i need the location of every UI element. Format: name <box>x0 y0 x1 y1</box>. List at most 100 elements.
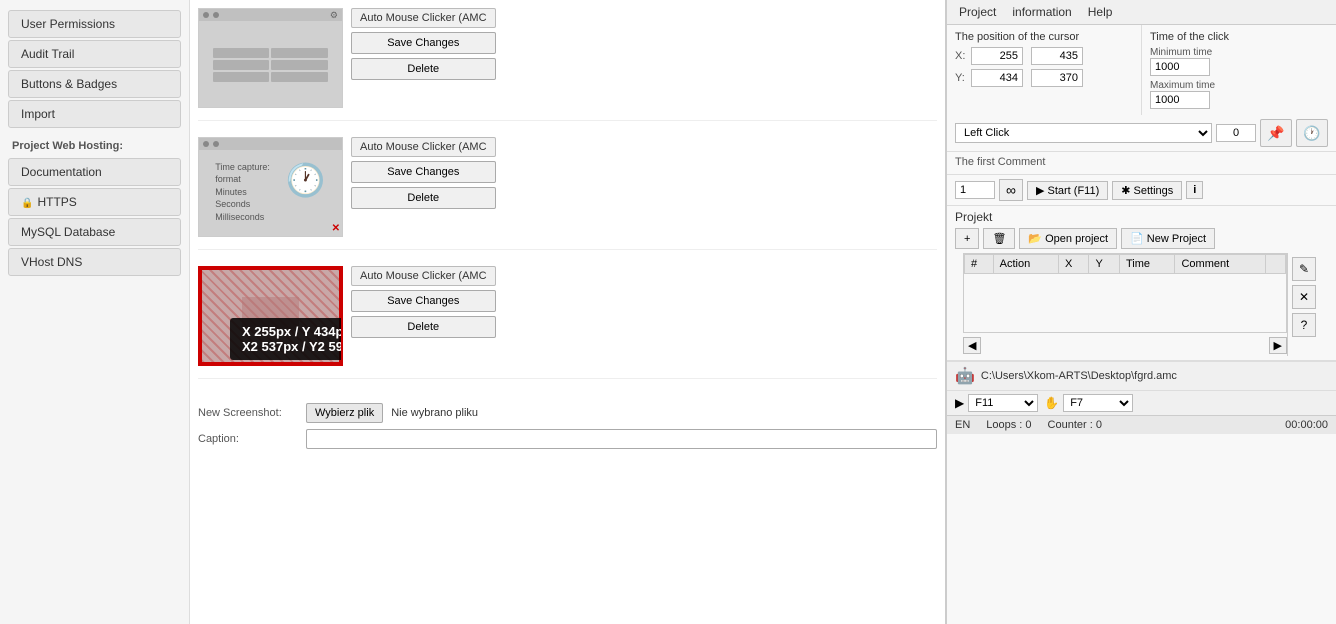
table-nav: ◀ ▶ <box>963 335 1287 356</box>
comment-controls-row: The first Comment <box>947 152 1336 175</box>
thumb-grid-item-6 <box>271 72 327 82</box>
y2-coord-group <box>1031 69 1083 87</box>
menu-project[interactable]: Project <box>951 2 1004 22</box>
menu-information[interactable]: information <box>1004 2 1079 22</box>
x1-coord-group: X: <box>955 47 1023 65</box>
screenshot-thumb-3[interactable]: X 255px / Y 434px X2 537px / Y2 593px <box>198 266 343 366</box>
action-table-scroll[interactable]: # Action X Y Time Comment <box>963 253 1287 333</box>
amc-title-2: Auto Mouse Clicker (AMC <box>351 137 496 157</box>
infinity-button[interactable]: ∞ <box>999 179 1023 201</box>
table-prev-btn[interactable]: ◀ <box>963 337 981 354</box>
action-table-wrapper: # Action X Y Time Comment <box>955 253 1328 356</box>
table-header-row: # Action X Y Time Comment <box>965 255 1286 274</box>
sidebar-item-vhost-dns[interactable]: VHost DNS <box>8 248 181 276</box>
sidebar-item-mysql[interactable]: MySQL Database <box>8 218 181 246</box>
time-section: Time of the click Minimum time Maximum t… <box>1142 25 1336 115</box>
table-next-btn[interactable]: ▶ <box>1269 337 1287 354</box>
play-hotkey-select[interactable]: F11 <box>968 394 1038 412</box>
save-button-1[interactable]: Save Changes <box>351 32 496 54</box>
stop-hotkey-group: ✋ F7 <box>1044 394 1133 412</box>
x1-input[interactable] <box>971 47 1023 65</box>
thumb-dot-21 <box>203 141 209 147</box>
action-counter: Counter : 0 <box>1048 419 1102 431</box>
screenshot-thumb-2[interactable]: Time capture: format Minutes Seconds Mil… <box>198 137 343 237</box>
close-x-icon: ✕ <box>332 223 340 234</box>
sidebar-item-import[interactable]: Import <box>8 100 181 128</box>
cursor-time-section: The position of the cursor X: Y: <box>947 25 1336 115</box>
add-projekt-button[interactable]: + <box>955 228 979 249</box>
thumb-content-3 <box>200 268 341 364</box>
file-icon: 📄 <box>1130 232 1144 245</box>
delete-button-3[interactable]: Delete <box>351 316 496 338</box>
table-container: # Action X Y Time Comment <box>963 253 1287 356</box>
right-panel: Project information Help The position of… <box>946 0 1336 624</box>
file-name-display: Nie wybrano pliku <box>391 407 937 419</box>
screenshot-row-3: X 255px / Y 434px X2 537px / Y2 593px Au… <box>198 266 937 366</box>
action-number-input[interactable] <box>1216 124 1256 142</box>
stop-hotkey-select[interactable]: F7 <box>1063 394 1133 412</box>
action-table: # Action X Y Time Comment <box>964 254 1286 274</box>
lang-indicator: EN <box>955 419 970 431</box>
col-action: Action <box>993 255 1058 274</box>
x-label: X: <box>955 50 967 62</box>
screenshot-card-2: Time capture: format Minutes Seconds Mil… <box>198 137 937 250</box>
sidebar-item-user-permissions[interactable]: User Permissions <box>8 10 181 38</box>
info-button[interactable]: i <box>1186 181 1203 199</box>
action-dropdown[interactable]: Left Click <box>955 123 1212 143</box>
start-button[interactable]: ▶ Start (F11) <box>1027 181 1108 200</box>
path-text: C:\Users\Xkom-ARTS\Desktop\fgrd.amc <box>981 370 1328 382</box>
screenshot-actions-1: Auto Mouse Clicker (AMC Save Changes Del… <box>351 8 496 80</box>
screenshot-thumb-1[interactable]: ⚙ <box>198 8 343 108</box>
min-time-input[interactable] <box>1150 58 1210 76</box>
right-menubar: Project information Help <box>947 0 1336 25</box>
thumb-dot-1 <box>203 12 209 18</box>
y-label: Y: <box>955 72 967 84</box>
pin-button[interactable]: 📌 <box>1260 119 1292 147</box>
sidebar-item-https[interactable]: HTTPS <box>8 188 181 216</box>
thumb-header-1: ⚙ <box>199 9 342 21</box>
sidebar: User Permissions Audit Trail Buttons & B… <box>0 0 190 624</box>
comment-row: ∞ ▶ Start (F11) ✱ Settings i <box>947 175 1336 206</box>
open-projekt-button[interactable]: 📂 Open project <box>1019 228 1117 249</box>
sidebar-item-audit-trail[interactable]: Audit Trail <box>8 40 181 68</box>
delete-row-button[interactable]: ✕ <box>1292 285 1316 309</box>
projekt-buttons: + 🗑 📂 Open project 📄 New Project <box>955 228 1328 249</box>
save-button-3[interactable]: Save Changes <box>351 290 496 312</box>
thumb-grid-item-3 <box>213 60 269 70</box>
choose-file-button[interactable]: Wybierz plik <box>306 403 383 423</box>
edit-row-button[interactable]: ✎ <box>1292 257 1316 281</box>
action-row: Left Click 📌 🕐 <box>947 115 1336 152</box>
y2-input[interactable] <box>1031 69 1083 87</box>
menu-help[interactable]: Help <box>1080 2 1121 22</box>
hotkey-row: ▶ F11 ✋ F7 <box>947 390 1336 415</box>
max-time-input[interactable] <box>1150 91 1210 109</box>
screenshot-actions-2: Auto Mouse Clicker (AMC Save Changes Del… <box>351 137 496 209</box>
y1-input[interactable] <box>971 69 1023 87</box>
clock-button[interactable]: 🕐 <box>1296 119 1328 147</box>
thumb-dot-2 <box>213 12 219 18</box>
table-side-buttons: ✎ ✕ ? <box>1287 253 1320 356</box>
col-hash: # <box>965 255 994 274</box>
bottom-path-section: 🤖 C:\Users\Xkom-ARTS\Desktop\fgrd.amc <box>947 361 1336 390</box>
middle-content: ⚙ Auto Mouse Clicker (AMC <box>190 0 946 624</box>
x2-input[interactable] <box>1031 47 1083 65</box>
clock-icon: 🕐 <box>286 161 326 199</box>
help-button[interactable]: ? <box>1292 313 1316 337</box>
delete-button-1[interactable]: Delete <box>351 58 496 80</box>
save-button-2[interactable]: Save Changes <box>351 161 496 183</box>
col-extra <box>1266 255 1286 274</box>
delete-projekt-button[interactable]: 🗑 <box>983 228 1015 249</box>
play-icon: ▶ <box>955 396 964 410</box>
sidebar-item-buttons-badges[interactable]: Buttons & Badges <box>8 70 181 98</box>
x2-coord-group <box>1031 47 1083 65</box>
new-screenshot-section: New Screenshot: Wybierz plik Nie wybrano… <box>198 395 937 463</box>
comment-number-input[interactable] <box>955 181 995 199</box>
thumb-grid-item-1 <box>213 48 269 58</box>
amc-title-3: Auto Mouse Clicker (AMC <box>351 266 496 286</box>
sidebar-item-documentation[interactable]: Documentation <box>8 158 181 186</box>
settings-button[interactable]: ✱ Settings <box>1112 181 1182 200</box>
stop-icon: ✋ <box>1044 396 1059 410</box>
new-projekt-button[interactable]: 📄 New Project <box>1121 228 1215 249</box>
caption-input[interactable] <box>306 429 937 449</box>
delete-button-2[interactable]: Delete <box>351 187 496 209</box>
